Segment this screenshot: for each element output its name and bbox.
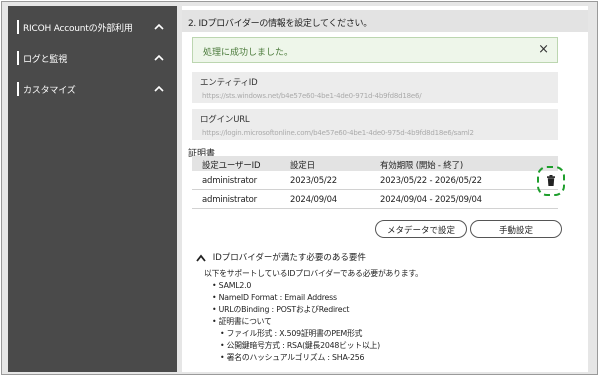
- login-url-label: ログインURL: [200, 115, 250, 125]
- section-title: 2. IDプロバイダーの情報を設定してください。: [182, 10, 588, 32]
- list-item: • NameID Format : Email Address: [212, 293, 337, 302]
- list-item: • 証明書について: [212, 317, 272, 326]
- chevron-up-icon[interactable]: [153, 83, 165, 95]
- chevron-up-icon[interactable]: [196, 254, 206, 262]
- table-row: administrator 2024/09/04 2024/09/04 - 20…: [192, 190, 558, 209]
- cell-user-id: administrator: [202, 176, 257, 186]
- list-item: • ファイル形式 : X.509証明書のPEM形式: [220, 329, 363, 338]
- cell-validity: 2024/09/04 - 2025/09/04: [380, 195, 482, 205]
- cell-user-id: administrator: [202, 195, 257, 205]
- app-window: RICOH Accountの外部利用 ログと監視 カスタマイズ 2. IDプロバ…: [1, 1, 598, 375]
- list-item: • 署名のハッシュアルゴリズム : SHA-256: [220, 353, 365, 362]
- entity-id-label: エンティティID: [200, 78, 258, 88]
- sidebar-item-customize[interactable]: カスタマイズ: [8, 78, 177, 102]
- metadata-settings-button[interactable]: メタデータで設定: [375, 220, 467, 238]
- list-item: • URLのBinding : POSTおよびRedirect: [212, 305, 350, 314]
- requirements-intro: 以下をサポートしているIDプロバイダーである必要があります。: [204, 269, 423, 278]
- chevron-up-icon[interactable]: [153, 21, 165, 33]
- requirements-heading: IDプロバイダーが満たす必要のある要件: [212, 253, 366, 263]
- main-panel: 2. IDプロバイダーの情報を設定してください。 処理に成功しました。 × エン…: [182, 6, 588, 372]
- sidebar-item-label: RICOH Accountの外部利用: [23, 24, 133, 34]
- sidebar-item-marker: [17, 20, 19, 34]
- sidebar-item-label: カスタマイズ: [23, 86, 76, 96]
- login-url-field: ログインURL https://login.microsoftonline.co…: [192, 109, 558, 140]
- sidebar-item-logs[interactable]: ログと監視: [8, 47, 177, 71]
- header-user-id: 設定ユーザーID: [202, 161, 261, 171]
- requirements-toggle[interactable]: IDプロバイダーが満たす必要のある要件: [196, 251, 366, 263]
- close-icon[interactable]: ×: [538, 42, 549, 57]
- delete-certificate-highlight: [537, 166, 565, 196]
- table-row: administrator 2023/05/22 2023/05/22 - 20…: [192, 171, 558, 190]
- trash-icon[interactable]: [547, 175, 555, 186]
- requirements-list: 以下をサポートしているIDプロバイダーである必要があります。 • SAML2.0…: [204, 268, 423, 364]
- sidebar-item-marker: [17, 51, 19, 65]
- sidebar-item-ricoh-account[interactable]: RICOH Accountの外部利用: [8, 16, 177, 40]
- sidebar-item-marker: [17, 82, 19, 96]
- sidebar-item-label: ログと監視: [23, 55, 68, 65]
- scrollbar[interactable]: [588, 6, 595, 372]
- list-item: • SAML2.0: [212, 281, 252, 290]
- chevron-up-icon[interactable]: [153, 52, 165, 64]
- entity-id-field: エンティティID https://sts.windows.net/b4e57e6…: [192, 72, 558, 103]
- table-header: 設定ユーザーID 設定日 有効期限 (開始 - 終了): [192, 156, 558, 171]
- list-item: • 公開鍵暗号方式 : RSA(鍵長2048ビット以上): [220, 341, 380, 350]
- manual-settings-button[interactable]: 手動設定: [470, 220, 562, 238]
- sidebar: RICOH Accountの外部利用 ログと監視 カスタマイズ: [8, 6, 177, 372]
- header-validity: 有効期限 (開始 - 終了): [380, 161, 464, 171]
- cell-validity: 2023/05/22 - 2026/05/22: [380, 176, 482, 186]
- success-banner: 処理に成功しました。 ×: [192, 37, 558, 63]
- success-message: 処理に成功しました。: [203, 48, 294, 58]
- cell-set-date: 2024/09/04: [290, 195, 337, 205]
- header-set-date: 設定日: [290, 161, 315, 171]
- certificate-table: 設定ユーザーID 設定日 有効期限 (開始 - 終了) administrato…: [192, 156, 558, 209]
- cell-set-date: 2023/05/22: [290, 176, 337, 186]
- login-url-value[interactable]: https://login.microsoftonline.com/b4e57e…: [202, 129, 550, 137]
- entity-id-value[interactable]: https://sts.windows.net/b4e57e60-4be1-4d…: [202, 92, 550, 100]
